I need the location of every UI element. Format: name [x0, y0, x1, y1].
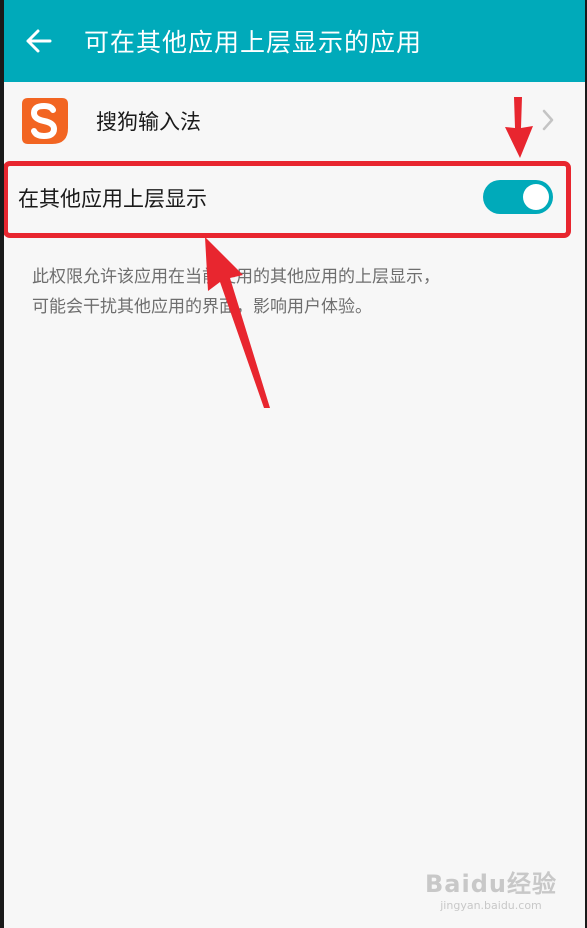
watermark-logo: Baidu经验	[425, 870, 557, 898]
baidu-jingyan-watermark: Baidu经验 jingyan.baidu.com	[425, 864, 557, 912]
chevron-right-icon	[542, 109, 554, 131]
arrow-left-icon	[26, 29, 52, 53]
permission-description: 此权限允许该应用在当前使用的其他应用的上层显示， 可能会干扰其他应用的界面，影响…	[32, 262, 552, 322]
page-title: 可在其他应用上层显示的应用	[84, 28, 423, 57]
app-name: 搜狗输入法	[96, 110, 201, 134]
overlay-permission-switch[interactable]	[483, 180, 553, 214]
watermark-url: jingyan.baidu.com	[440, 899, 542, 912]
description-line-2: 可能会干扰其他应用的界面，影响用户体验。	[32, 297, 372, 317]
description-line-1: 此权限允许该应用在当前使用的其他应用的上层显示，	[32, 267, 440, 287]
sogou-input-icon	[22, 98, 68, 144]
overlay-permission-label: 在其他应用上层显示	[18, 187, 207, 211]
app-list-item-sogou[interactable]: 搜狗输入法	[0, 82, 587, 160]
switch-knob	[523, 184, 549, 210]
app-bar: 可在其他应用上层显示的应用	[0, 0, 587, 82]
back-button[interactable]	[14, 17, 62, 65]
overlay-permission-row[interactable]: 在其他应用上层显示	[0, 162, 587, 234]
